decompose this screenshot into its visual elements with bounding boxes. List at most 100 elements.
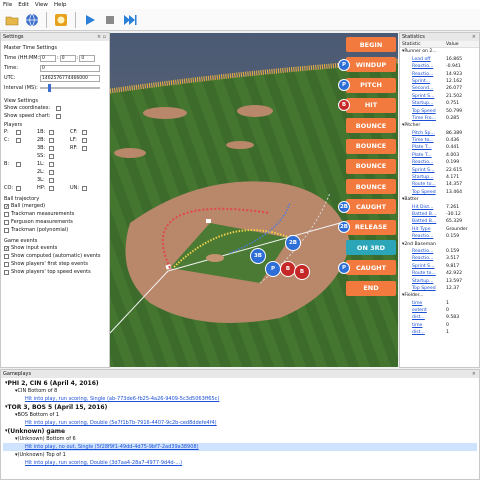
gameplay-link[interactable]: Hit into play, run scoring, Single (ab-7… [25, 396, 219, 402]
statistic-name[interactable]: dist... [412, 314, 446, 321]
statistic-name[interactable]: Time to... [412, 137, 446, 144]
statistic-name[interactable]: Startup... [412, 100, 446, 107]
time-input[interactable]: 0 [40, 64, 100, 72]
statistics-row[interactable]: Reactio... 0.159 [400, 248, 479, 255]
coin-icon[interactable] [53, 12, 69, 28]
player-checkbox[interactable] [49, 145, 54, 151]
game-node[interactable]: ▾ (Unknown) game [3, 427, 477, 435]
statistic-name[interactable]: Time Fro... [412, 115, 446, 122]
statistic-name[interactable]: Top Speed [412, 285, 446, 292]
gameplay-link[interactable]: Hit into play, run scoring, Double (3d7a… [25, 460, 182, 466]
time-seconds-input[interactable]: 0 [79, 54, 96, 62]
gameplay-entry[interactable]: Hit into play, run scoring, Double (3d7a… [3, 459, 477, 467]
statistics-group[interactable]: ▾ Fielder... [400, 292, 479, 299]
statistic-name[interactable]: Route to... [412, 270, 446, 277]
player-checkbox[interactable] [82, 145, 87, 151]
statistics-row[interactable]: Reactio... 0.159 [400, 233, 479, 240]
statistics-row[interactable]: Sprint S... 9.817 [400, 263, 479, 270]
event-button-bounce[interactable]: BOUNCE [346, 138, 396, 154]
statistic-name[interactable]: dist... [412, 329, 446, 336]
statistics-row[interactable]: Reactio... 0.199 [400, 159, 479, 166]
gameplay-entry[interactable]: Hit into play, no out, Single (5f28f9f1-… [3, 443, 477, 451]
game-node[interactable]: ▾ PHI 2, CIN 6 (April 4, 2016) [3, 379, 477, 387]
statistics-row[interactable]: Plate T... 0.441 [400, 144, 479, 151]
statistic-name[interactable]: Reactio... [412, 255, 446, 262]
event-button-begin[interactable]: BEGIN [346, 37, 396, 52]
event-button-end[interactable]: END [346, 280, 396, 296]
menu-view[interactable]: View [35, 2, 48, 8]
gameplay-link[interactable]: Hit into play, no out, Single (5f28f9f1-… [25, 444, 199, 450]
statistics-row[interactable]: Top Speed 13.464 [400, 189, 479, 196]
ball-trajectory-checkbox[interactable] [4, 219, 9, 225]
player-checkbox[interactable] [49, 137, 54, 143]
ball-trajectory-checkbox[interactable] [4, 227, 9, 233]
statistics-group[interactable]: ▾ Batter [400, 196, 479, 203]
statistic-name[interactable]: Reactio... [412, 159, 446, 166]
statistics-row[interactable]: Lead off 16.865 [400, 56, 479, 63]
gameplay-entry[interactable]: Hit into play, run scoring, Single (ab-7… [3, 395, 477, 403]
statistic-name[interactable]: Batted B... [412, 218, 446, 225]
player-checkbox[interactable] [49, 185, 54, 191]
statistics-row[interactable]: Reactio... 14.923 [400, 71, 479, 78]
statistics-row[interactable]: Reactio... -0.941 [400, 63, 479, 70]
event-button-caught[interactable]: CAUGHT [346, 260, 396, 276]
globe-icon[interactable] [24, 12, 40, 28]
statistics-row[interactable]: Hit Type Grounder [400, 226, 479, 233]
game-event-checkbox[interactable] [4, 269, 9, 275]
close-icon[interactable]: × [472, 370, 479, 378]
player-checkbox[interactable] [49, 177, 54, 183]
player-checkbox[interactable] [49, 153, 54, 159]
event-button-bounce[interactable]: BOUNCE [346, 158, 396, 174]
time-hours-input[interactable]: 0 [40, 54, 56, 62]
event-button-bounce[interactable]: BOUNCE [346, 179, 396, 195]
statistics-group[interactable]: ▾ Runner on 2... [400, 48, 479, 55]
statistics-row[interactable]: Startup... 0.751 [400, 100, 479, 107]
statistic-name[interactable]: Lead off [412, 56, 446, 63]
statistic-name[interactable]: Startup... [412, 174, 446, 181]
statistic-name[interactable]: Plate T... [412, 152, 446, 159]
player-checkbox[interactable] [49, 129, 54, 135]
statistic-name[interactable]: Sprint S... [412, 263, 446, 270]
game-event-checkbox[interactable] [4, 245, 9, 251]
statistic-name[interactable]: Sprint S... [412, 167, 446, 174]
inning-node[interactable]: ▾ CIN Bottom of 8 [3, 387, 477, 395]
player-checkbox[interactable] [16, 129, 21, 135]
statistics-row[interactable]: extent 0 [400, 307, 479, 314]
statistic-name[interactable]: Route to... [412, 181, 446, 188]
statistic-name[interactable]: Reactio... [412, 71, 446, 78]
interval-slider-handle[interactable] [48, 84, 51, 92]
player-checkbox[interactable] [82, 129, 87, 135]
statistics-row[interactable]: Startup... 13.597 [400, 278, 479, 285]
statistics-row[interactable]: Plate T... 4.003 [400, 152, 479, 159]
event-button-hit[interactable]: HIT [346, 97, 396, 113]
statistic-name[interactable]: Batted B... [412, 211, 446, 218]
statistics-row[interactable]: Sprint S... 22.615 [400, 167, 479, 174]
gameplay-link[interactable]: Hit into play, run scoring, Double (5e7f… [25, 420, 217, 426]
statistics-row[interactable]: Batted B... 65.329 [400, 218, 479, 225]
statistics-row[interactable]: Batted B... -30.12 [400, 211, 479, 218]
event-button-bounce[interactable]: BOUNCE [346, 118, 396, 134]
event-button-release[interactable]: RELEASE [346, 219, 396, 235]
inning-node[interactable]: ▾ (Unknown) Top of 1 [3, 451, 477, 459]
ball-trajectory-checkbox[interactable] [4, 211, 9, 217]
statistic-name[interactable]: Hit Type [412, 226, 446, 233]
menu-help[interactable]: Help [54, 2, 67, 8]
interval-slider[interactable] [40, 84, 100, 92]
game-event-checkbox[interactable] [4, 253, 9, 259]
statistic-name[interactable]: time [412, 300, 446, 307]
statistics-row[interactable]: Startup... 4.171 [400, 174, 479, 181]
statistics-row[interactable]: Top Speed 12.37 [400, 285, 479, 292]
statistics-group[interactable]: ▾ 2nd Baseman [400, 241, 479, 248]
statistics-row[interactable]: Pitch Sp... 86.389 [400, 130, 479, 137]
show-coordinates-checkbox[interactable] [56, 105, 61, 111]
statistic-name[interactable]: time [412, 322, 446, 329]
ball-trajectory-checkbox[interactable] [4, 203, 9, 209]
statistic-name[interactable]: Sprint S... [412, 93, 446, 100]
player-marker-2b[interactable]: 2B [285, 235, 301, 251]
statistics-row[interactable]: dist... 1 [400, 329, 479, 336]
statistic-name[interactable]: Pitch Sp... [412, 130, 446, 137]
statistic-name[interactable]: Reactio... [412, 248, 446, 255]
statistics-row[interactable]: Route to... 42.922 [400, 270, 479, 277]
gameplay-entry[interactable]: Hit into play, run scoring, Double (5e7f… [3, 419, 477, 427]
statistics-row[interactable]: Time Fro... 0.285 [400, 115, 479, 122]
